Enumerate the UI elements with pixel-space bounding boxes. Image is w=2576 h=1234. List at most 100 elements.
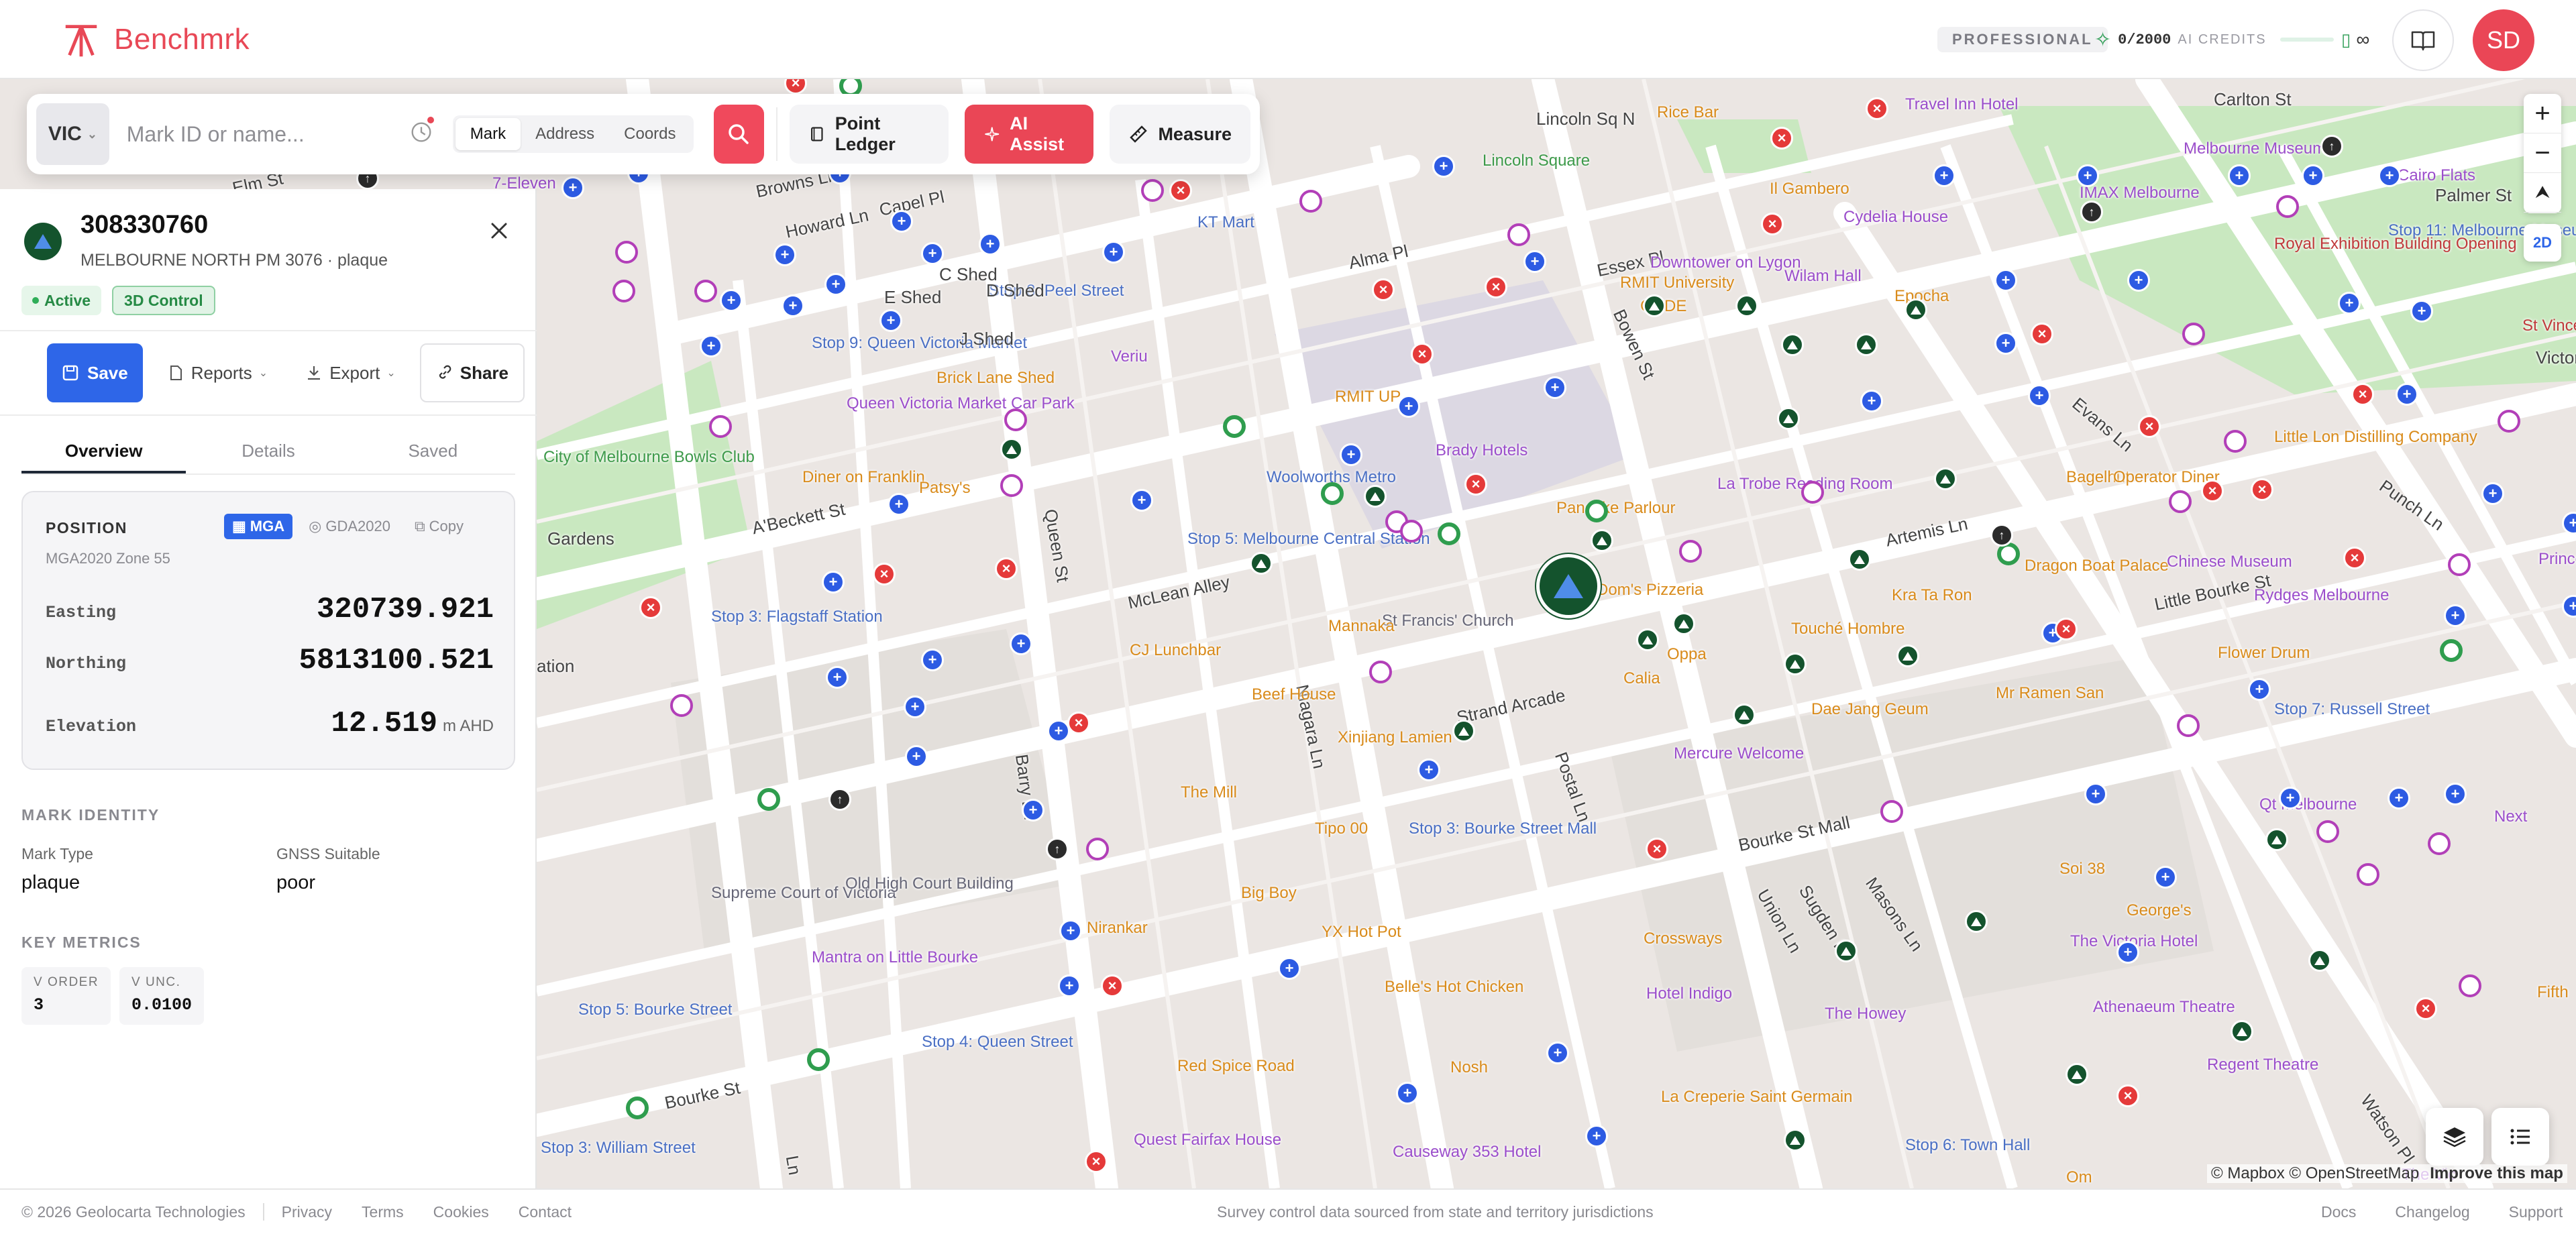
benchmark-plus-icon[interactable]: + (2410, 300, 2433, 323)
poi-icon[interactable] (1141, 179, 1164, 202)
mode-coords[interactable]: Coords (609, 118, 690, 150)
benchmark-plus-icon[interactable]: + (1546, 1042, 1569, 1064)
mode-mark[interactable]: Mark (455, 118, 521, 150)
benchmark-plus-icon[interactable]: + (826, 666, 849, 689)
benchmark-plus-icon[interactable]: + (561, 176, 584, 199)
benchmark-plus-icon[interactable]: + (2084, 783, 2107, 805)
survey-mark-icon[interactable] (626, 1097, 649, 1119)
poi-icon[interactable] (1400, 520, 1423, 543)
benchmark-plus-icon[interactable]: + (2444, 783, 2467, 805)
poi-icon[interactable] (670, 694, 693, 717)
benchmark-plus-icon[interactable]: + (1130, 489, 1153, 512)
unavailable-mark-icon[interactable]: × (2414, 997, 2437, 1020)
benchmark-plus-icon[interactable]: + (2444, 604, 2467, 627)
benchmark-plus-icon[interactable]: + (2302, 164, 2324, 187)
benchmark-plus-icon[interactable]: + (879, 309, 902, 332)
datum-gda2020[interactable]: ◎ GDA2020 (301, 514, 398, 539)
search-button[interactable] (713, 105, 765, 164)
poi-icon[interactable] (2448, 553, 2471, 576)
arrow-marker-icon[interactable]: ↑ (828, 788, 851, 811)
poi-icon[interactable] (2498, 410, 2520, 433)
survey-mark-icon[interactable] (1855, 333, 1878, 356)
unavailable-mark-icon[interactable]: × (2351, 383, 2374, 406)
benchmark-plus-icon[interactable]: + (921, 649, 944, 671)
benchmark-plus-icon[interactable]: + (1994, 269, 2017, 292)
footer-link-terms[interactable]: Terms (362, 1203, 404, 1221)
zoom-in-button[interactable]: + (2524, 94, 2561, 133)
unavailable-mark-icon[interactable]: × (2138, 415, 2161, 438)
survey-mark-icon[interactable] (1848, 548, 1871, 571)
attribution-text[interactable]: © Mapbox © OpenStreetMap (2211, 1164, 2419, 1182)
unavailable-mark-icon[interactable]: × (1485, 276, 1507, 298)
unavailable-mark-icon[interactable]: × (1464, 473, 1487, 496)
benchmark-plus-icon[interactable]: + (1047, 720, 1070, 742)
footer-link-contact[interactable]: Contact (519, 1203, 572, 1221)
poi-icon[interactable] (2182, 323, 2205, 345)
benchmark-plus-icon[interactable]: + (1340, 443, 1362, 466)
benchmark-plus-icon[interactable]: + (888, 493, 910, 516)
survey-mark-icon[interactable] (1835, 940, 1858, 962)
poi-icon[interactable] (2357, 863, 2379, 886)
footer-link-privacy[interactable]: Privacy (282, 1203, 332, 1221)
survey-mark-icon[interactable] (2065, 1063, 2088, 1086)
unavailable-mark-icon[interactable]: × (1169, 179, 1192, 202)
survey-mark-icon[interactable] (1784, 653, 1807, 675)
unavailable-mark-icon[interactable]: × (1770, 127, 1793, 150)
survey-mark-icon[interactable] (1250, 552, 1273, 575)
unavailable-mark-icon[interactable]: × (2031, 323, 2053, 345)
legend-button[interactable] (2491, 1108, 2549, 1166)
poi-icon[interactable] (1086, 838, 1109, 860)
benchmark-plus-icon[interactable]: + (2378, 164, 2401, 187)
survey-mark-icon[interactable] (1452, 720, 1475, 742)
benchmark-plus-icon[interactable]: + (700, 335, 722, 357)
arrow-marker-icon[interactable]: ↑ (2080, 201, 2103, 223)
benchmark-plus-icon[interactable]: + (1278, 957, 1301, 980)
poi-icon[interactable] (1369, 661, 1392, 683)
poi-icon[interactable] (2316, 820, 2339, 843)
survey-mark-icon[interactable] (1965, 910, 1988, 933)
benchmark-plus-icon[interactable]: + (1933, 164, 1955, 187)
benchmark-plus-icon[interactable]: + (1058, 974, 1081, 997)
survey-mark-icon[interactable] (1585, 500, 1608, 522)
benchmark-plus-icon[interactable]: + (890, 210, 913, 233)
poi-icon[interactable] (1000, 474, 1023, 497)
poi-icon[interactable] (1880, 800, 1903, 823)
benchmark-plus-icon[interactable]: + (2154, 866, 2177, 889)
reports-button[interactable]: Reports ⌄ (154, 343, 281, 402)
easting-value[interactable]: 320739.921 (317, 593, 494, 626)
poi-icon[interactable] (2224, 430, 2247, 453)
survey-mark-icon[interactable] (2440, 639, 2463, 662)
compass-button[interactable]: ⮝ (2524, 173, 2561, 213)
arrow-marker-icon[interactable]: ↑ (1990, 524, 2013, 547)
unavailable-mark-icon[interactable]: × (1761, 213, 1784, 235)
survey-mark-icon[interactable] (1733, 704, 1756, 726)
poi-icon[interactable] (709, 415, 732, 438)
layers-button[interactable] (2426, 1108, 2483, 1166)
unavailable-mark-icon[interactable]: × (1067, 712, 1090, 734)
survey-mark-icon[interactable] (757, 788, 780, 811)
benchmark-plus-icon[interactable]: + (773, 243, 796, 266)
arrow-marker-icon[interactable]: ↑ (2320, 135, 2343, 158)
survey-mark-icon[interactable] (2265, 828, 2288, 851)
benchmark-plus-icon[interactable]: + (824, 273, 847, 296)
benchmark-plus-icon[interactable]: + (1432, 155, 1455, 178)
benchmark-plus-icon[interactable]: + (1544, 376, 1566, 399)
unavailable-mark-icon[interactable]: × (995, 557, 1018, 580)
unavailable-mark-icon[interactable]: × (2251, 478, 2273, 501)
survey-mark-icon[interactable] (1735, 294, 1758, 317)
ai-credits-indicator[interactable]: ✧ 0/2000 AI CREDITS (2094, 27, 2334, 52)
survey-mark-icon[interactable] (1000, 438, 1023, 461)
unavailable-mark-icon[interactable]: × (1411, 343, 1434, 366)
survey-mark-icon[interactable] (1636, 628, 1659, 651)
survey-mark-icon[interactable] (1784, 1129, 1807, 1152)
footer-link-docs[interactable]: Docs (2321, 1203, 2356, 1221)
unavailable-mark-icon[interactable]: × (2116, 1084, 2139, 1107)
docs-button[interactable] (2392, 9, 2454, 71)
share-button[interactable]: Share (419, 343, 525, 402)
datum-mga[interactable]: ▦ MGA (224, 514, 293, 539)
poi-icon[interactable] (2276, 195, 2299, 218)
footer-link-support[interactable]: Support (2509, 1203, 2563, 1221)
survey-mark-icon[interactable] (1643, 294, 1666, 317)
benchmark-plus-icon[interactable]: + (2279, 787, 2302, 809)
survey-mark-icon[interactable] (2308, 949, 2331, 972)
